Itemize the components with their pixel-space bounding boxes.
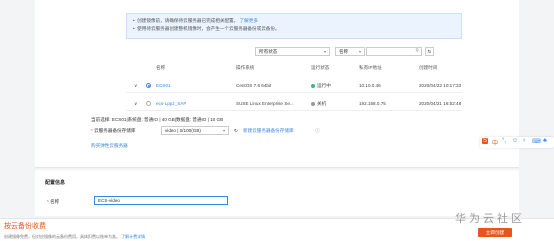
billing-detail-link[interactable]: 了解计费详情 xyxy=(121,234,145,239)
running-status-icon xyxy=(311,83,315,88)
chevron-down-icon[interactable]: ∨ xyxy=(134,83,137,89)
col-os: 操作系统 xyxy=(236,65,255,70)
vault-label: 云服务器备份存储库 xyxy=(94,128,136,133)
row-radio-selected[interactable] xyxy=(146,83,151,88)
server-ip: 10.10.0.46 xyxy=(359,83,381,88)
billing-desc: 创建镜像免费，但对应镜像的云备份费用，具体扣费以账单为准。 xyxy=(4,234,120,239)
name-label: 名称 xyxy=(50,199,60,204)
emoji-icon[interactable]: ☺ xyxy=(512,138,518,144)
table-row[interactable]: ∨ ecs-Lppz_SAP SUSE Linux Enterprise Se.… xyxy=(126,97,462,111)
sogou-logo-icon: S xyxy=(482,138,489,144)
name-input[interactable]: ECS-video xyxy=(94,196,228,205)
refresh-icon: ↻ xyxy=(427,49,432,54)
server-name[interactable]: ecs-Lppz_SAP xyxy=(156,101,186,106)
ime-toolbar[interactable]: S 中 °, ☺ ♀ ⌨ ♣ xyxy=(480,137,554,148)
bottom-bar: 按云备份收费 创建镜像免费，但对应镜像的云备份费用，具体扣费以账单为准。 了解计… xyxy=(0,213,554,241)
chevron-down-icon: ▾ xyxy=(358,49,361,54)
status-filter-value: 所有状态 xyxy=(259,49,278,54)
server-created: 2020/04/22 10:17:33 G... xyxy=(419,83,462,88)
refresh-button[interactable]: ↻ xyxy=(425,47,434,56)
status-filter-select[interactable]: 所有状态 ▾ xyxy=(255,47,330,56)
selection-info: 当前选择: ECS01|系统盘: 普通IO | 40 GB|数据盘: 普通IO … xyxy=(91,117,224,122)
billing-title: 按云备份收费 xyxy=(4,223,46,230)
search-field-select[interactable]: 名称 ▾ xyxy=(335,47,365,56)
name-input-value: ECS-video xyxy=(98,198,120,203)
search-input[interactable]: ⚲ xyxy=(366,47,422,56)
info-notice: • 创建镜像前，请确保待云服务器已完成相关配置。 了解更多 • 使用待云服务器创… xyxy=(126,13,462,39)
search-field-value: 名称 xyxy=(339,49,349,54)
keyboard-icon[interactable]: ⌨ xyxy=(532,138,541,145)
refresh-icon[interactable]: ↻ xyxy=(234,128,238,134)
vault-row: * 云服务器备份存储库 xyxy=(91,128,135,134)
image-source-card: • 创建镜像前，请确保待云服务器已完成相关配置。 了解更多 • 使用待云服务器创… xyxy=(35,0,519,168)
col-name: 名称 xyxy=(156,65,166,70)
chevron-down-icon[interactable]: ∨ xyxy=(134,101,137,107)
server-status: 关机 xyxy=(311,101,326,107)
search-icon: ⚲ xyxy=(415,48,419,54)
stopped-status-icon xyxy=(311,101,315,106)
chevron-down-icon: ▾ xyxy=(323,49,326,54)
server-os: SUSE Linux Enterprise Se... xyxy=(236,101,294,106)
notice-bullet-2: • xyxy=(133,26,136,31)
config-section-title: 配置信息 xyxy=(45,180,66,186)
row-radio[interactable] xyxy=(146,101,151,106)
server-status: 运行中 xyxy=(311,83,331,89)
skin-icon[interactable]: ♣ xyxy=(543,138,547,144)
chinese-mode-icon[interactable]: 中 xyxy=(492,138,498,147)
create-now-button[interactable]: 立即创建 xyxy=(478,228,512,237)
col-ip: 私有IP地址 xyxy=(359,65,382,70)
server-name[interactable]: ECS01 xyxy=(156,83,171,88)
server-created: 2020/04/21 16:52:48 G... xyxy=(419,101,462,106)
notice-bullet-1: • xyxy=(133,18,136,23)
vault-select[interactable]: video | 0/100(GB) ▾ xyxy=(161,126,229,135)
col-created: 创建时间 xyxy=(419,65,438,70)
microphone-icon[interactable]: ♀ xyxy=(522,138,527,144)
learn-more-link[interactable]: 了解更多 xyxy=(240,18,258,23)
col-status: 运行状态 xyxy=(311,65,330,70)
purchase-ecs-link[interactable]: 购买弹性云服务器 xyxy=(91,143,128,149)
punctuation-icon[interactable]: °, xyxy=(502,138,506,144)
help-icon[interactable]: ⓘ xyxy=(315,128,320,134)
config-card: 配置信息 * 名称 ECS-video xyxy=(35,170,519,216)
create-vault-link[interactable]: 新建云服务器备份存储库 xyxy=(243,128,294,134)
vault-select-value: video | 0/100(GB) xyxy=(165,128,201,133)
chevron-down-icon: ▾ xyxy=(222,128,225,133)
table-header: 名称 操作系统 运行状态 私有IP地址 创建时间 xyxy=(126,65,462,74)
required-mark: * xyxy=(91,128,93,133)
table-row[interactable]: ∨ ECS01 CentOS 7.6 64bit 运行中 10.10.0.46 … xyxy=(126,79,462,93)
server-ip: 192.168.0.75 xyxy=(359,101,386,106)
notice-line-2: 使用待云服务器创建整机镜像时，会产生一个云服务器备份或云备份。 xyxy=(137,26,280,31)
server-os: CentOS 7.6 64bit xyxy=(236,83,272,88)
name-label-row: * 名称 xyxy=(47,199,59,205)
watermark: 华为云社区 xyxy=(455,213,525,225)
notice-line-1: 创建镜像前，请确保待云服务器已完成相关配置。 xyxy=(137,18,239,23)
required-mark: * xyxy=(47,199,49,204)
